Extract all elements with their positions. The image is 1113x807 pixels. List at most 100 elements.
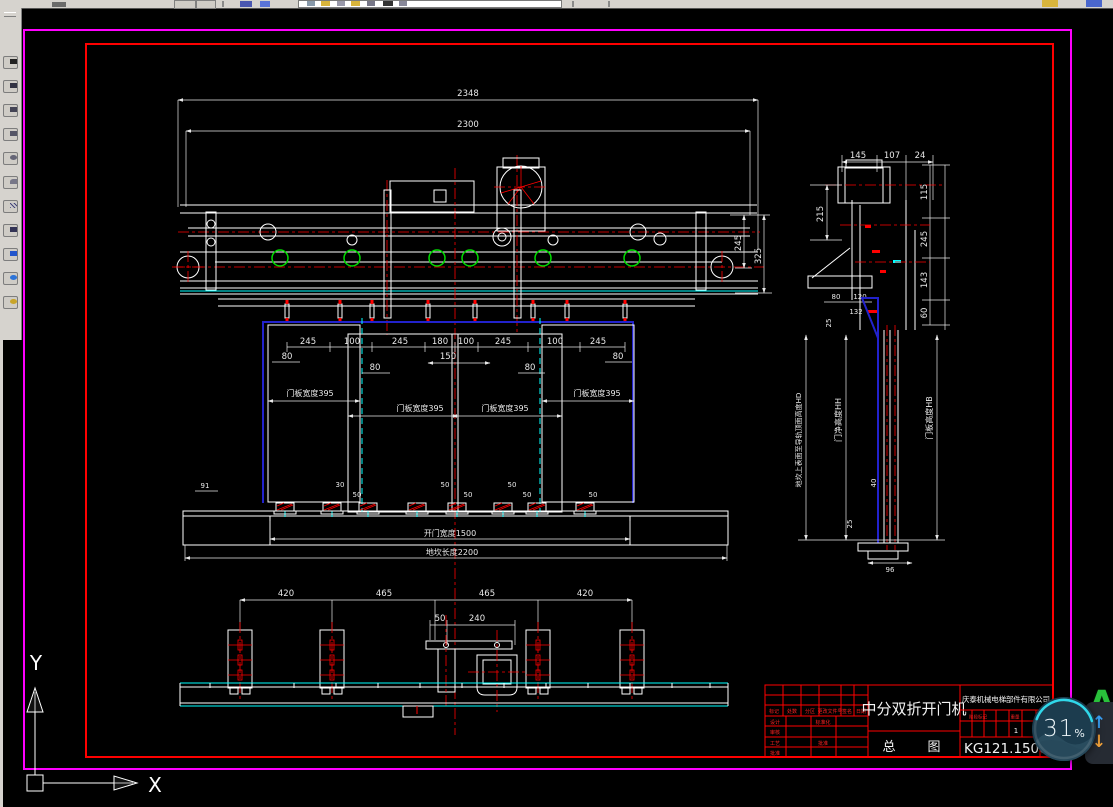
dim-label: 80 — [525, 363, 536, 373]
line-icon[interactable] — [3, 80, 18, 93]
drawing-subtitle: 图 — [927, 740, 940, 755]
height-label-hh: 门净高度HH — [833, 398, 843, 442]
toolbar-icon-stub[interactable] — [351, 1, 360, 6]
drawing-title: 中分双折开门机 — [861, 700, 966, 718]
dim-label: 240 — [469, 614, 485, 624]
dim-label: 245 — [734, 235, 744, 251]
dim-label: 40 — [870, 479, 878, 488]
dim-label: 50 — [589, 491, 598, 499]
sill-length-label: 地坎长度2200 — [426, 547, 478, 557]
dim-label: 50 — [523, 491, 532, 499]
tb-role-label: 工艺 — [770, 741, 780, 747]
dim-label: 245 — [392, 337, 408, 347]
text-icon[interactable] — [3, 224, 18, 237]
tb-rev-label: 处数 — [787, 708, 797, 715]
tb-role-label: 设计 — [770, 719, 780, 726]
dim-label: 50 — [441, 481, 450, 489]
dim-label: 325 — [754, 248, 764, 264]
top-toolbar — [0, 0, 1113, 9]
dim-label: 132 — [849, 308, 862, 316]
toolbar-icon-stub[interactable] — [367, 1, 375, 6]
toolbar-icon-stub[interactable] — [321, 1, 330, 6]
select-icon[interactable] — [3, 56, 18, 69]
zoom-icon[interactable] — [3, 272, 18, 285]
dim-label: 60 — [920, 308, 930, 319]
ucs-x-label: X — [148, 773, 162, 797]
dim-label: 115 — [920, 184, 930, 200]
dim-label: 25 — [825, 319, 833, 328]
toolbar-button-stub[interactable] — [174, 0, 196, 9]
zoom-level-badge[interactable]: 31 % — [1032, 697, 1096, 761]
drawing-subtitle: 总 — [882, 740, 895, 755]
dimension-icon[interactable] — [3, 248, 18, 261]
tb-rev-label: 更改文件号 — [817, 708, 842, 715]
toolbar-button-stub[interactable] — [196, 0, 216, 9]
polyline-icon[interactable] — [3, 104, 18, 117]
toolbar-separator — [222, 1, 224, 7]
toolbar-icon-stub[interactable] — [399, 1, 407, 6]
tb-role-label: 批准 — [770, 750, 780, 757]
panel-width-label: 门板宽度395 — [481, 403, 528, 413]
dim-label: 80 — [832, 293, 841, 301]
tb-rev-label: 标记 — [769, 708, 779, 715]
dim-label: 245 — [920, 231, 930, 247]
dim-label: 91 — [201, 482, 210, 490]
tb-role-label: 标准化 — [815, 719, 830, 726]
circle-icon[interactable] — [3, 152, 18, 165]
dim-label: 96 — [886, 566, 895, 574]
dim-label: 80 — [370, 363, 381, 373]
toolbar-icon-stub[interactable] — [260, 1, 270, 7]
toolbar-icon-stub[interactable] — [240, 1, 252, 7]
dim-label: 420 — [278, 589, 294, 599]
dim-label: 50 — [508, 481, 517, 489]
dim-label: 245 — [590, 337, 606, 347]
dim-label: 420 — [577, 589, 593, 599]
toolbar-icon-stub[interactable] — [1086, 0, 1102, 7]
height-label-hd: 地坎上表面至导轨顶面高度HD — [794, 393, 803, 488]
arc-icon[interactable] — [3, 176, 18, 189]
bottom-view: 420 465 465 420 50 240 — [179, 589, 729, 718]
toolbar-icon-stub[interactable] — [383, 1, 393, 6]
toolbar-icon-stub[interactable] — [307, 1, 315, 6]
dim-label: 100 — [458, 337, 474, 347]
tb-stage-label: 阶段标记 — [969, 714, 987, 721]
dim-label: 107 — [884, 151, 900, 161]
panel-width-label: 门板宽度395 — [286, 388, 333, 398]
panel-width-label: 门板宽度395 — [573, 388, 620, 398]
tb-rev-label: 签名 — [842, 708, 852, 715]
toolbar-field-stub[interactable] — [298, 0, 562, 8]
toolbar-grip[interactable] — [4, 12, 16, 17]
toolbar-icon-stub[interactable] — [337, 1, 345, 6]
height-label-hb: 门板高度HB — [924, 396, 934, 440]
paper-space-border — [23, 29, 1072, 770]
tb-scale-value: 1 — [1014, 727, 1018, 735]
controller-box — [389, 180, 475, 213]
dim-label: 245 — [495, 337, 511, 347]
hatch-icon[interactable] — [3, 200, 18, 213]
draw-toolbar — [0, 8, 22, 340]
toolbar-separator — [572, 1, 574, 7]
dim-label: 25 — [846, 520, 854, 529]
dim-label: 180 — [432, 337, 448, 347]
pan-icon[interactable] — [3, 296, 18, 309]
cad-canvas[interactable]: 2348 2300 245 325 245 100 245 180 100 24… — [0, 0, 1113, 807]
dim-label: 80 — [282, 352, 293, 362]
dim-label: 24 — [915, 151, 926, 161]
dim-label: 50 — [435, 614, 446, 624]
drawing-frame — [85, 43, 1054, 758]
dim-label: 100 — [547, 337, 563, 347]
toolbar-icon-stub[interactable] — [52, 2, 66, 7]
ucs-y-label: Y — [29, 651, 43, 675]
rectangle-icon[interactable] — [3, 128, 18, 141]
dim-label: 2300 — [457, 120, 479, 130]
title-block: 标记 处数 分区 更改文件号 签名 日期 设计 审核 工艺 批准 标准化 批准 … — [764, 684, 1069, 758]
dim-label: 100 — [344, 337, 360, 347]
opening-width-label: 开门宽度1500 — [424, 528, 476, 538]
dim-label: 30 — [336, 481, 345, 489]
tb-stage-label: 重量 — [1011, 714, 1020, 721]
dim-label: 150 — [440, 352, 456, 362]
side-view: 145 107 24 215 115 245 143 60 80 120 132… — [794, 151, 950, 574]
sill-view: 91 30 50 50 50 50 50 50 开门宽度1500 地坎长度220… — [182, 481, 729, 561]
dim-label: 245 — [300, 337, 316, 347]
toolbar-icon-stub[interactable] — [1042, 0, 1058, 7]
